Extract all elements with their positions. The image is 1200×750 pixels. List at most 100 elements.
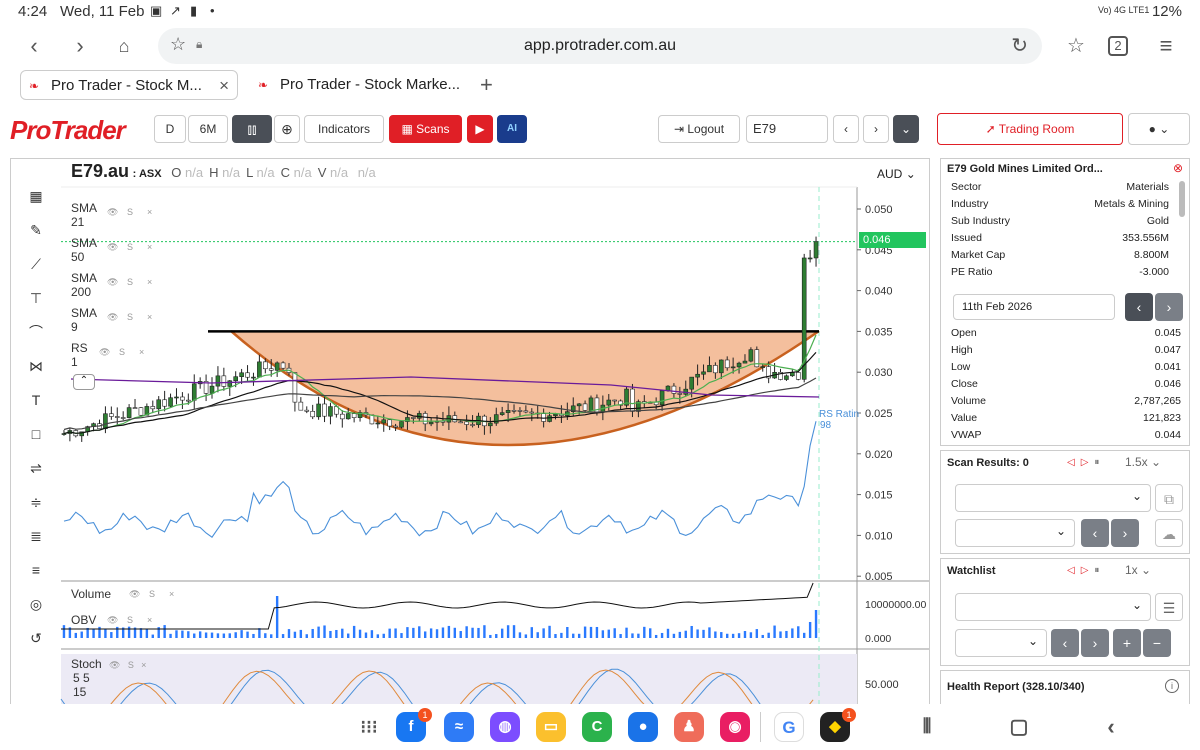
watchlist-select[interactable]: ⌄ — [955, 593, 1151, 621]
address-bar[interactable]: ☆ 🔒︎ app.protrader.com.au ↻ — [158, 28, 1042, 64]
messenger-icon[interactable]: ≈ — [444, 712, 474, 742]
remove-icon[interactable]: × — [147, 277, 152, 287]
app-drawer-icon[interactable]: ⁝⁝⁝ — [354, 712, 384, 742]
google-icon[interactable]: G — [774, 712, 804, 742]
price-tick-label: 0.010 — [865, 530, 893, 542]
watchlist-speed-select[interactable]: 1x ⌄ — [1125, 563, 1177, 583]
remove-icon[interactable]: − — [1143, 629, 1171, 657]
candle-body — [251, 376, 256, 379]
messages-icon[interactable]: ● — [628, 712, 658, 742]
eye-icon[interactable]: 👁︎ — [129, 589, 140, 600]
recents-icon[interactable]: ⦀ — [912, 712, 942, 742]
volume-bar — [477, 627, 480, 638]
volume-bar — [566, 627, 569, 638]
user-menu[interactable]: ● ⌄ — [1128, 113, 1190, 145]
watchlist-sort-select[interactable]: ⌄ — [955, 629, 1047, 657]
info-icon[interactable]: i — [1165, 679, 1179, 693]
prev-date-button[interactable]: ‹ — [1125, 293, 1153, 321]
settings-icon[interactable]: S — [149, 589, 155, 599]
settings-icon[interactable]: S — [127, 615, 133, 625]
contacts-icon[interactable]: ♟ — [674, 712, 704, 742]
watchlist-controls[interactable]: ◁▷⏸︎ — [1067, 565, 1105, 576]
back-button-icon[interactable]: ‹ — [1096, 712, 1126, 742]
tab-active[interactable]: ❧ Pro Trader - Stock M... × — [20, 70, 238, 100]
settings-icon[interactable]: S — [119, 347, 125, 357]
scan-sort-select[interactable]: ⌄ — [955, 519, 1075, 547]
prev-symbol-button[interactable]: ‹ — [833, 115, 859, 143]
logout-button[interactable]: ⇥ Logout — [658, 115, 740, 143]
settings-icon[interactable]: S — [127, 207, 133, 217]
candlestick-icon[interactable]: ⫾⫾ — [232, 115, 272, 143]
camera-icon[interactable]: ◉ — [720, 712, 750, 742]
interval-d-button[interactable]: D — [154, 115, 186, 143]
bookmarks-icon[interactable]: ☆ — [1062, 32, 1090, 60]
eye-icon[interactable]: 👁︎ — [107, 207, 118, 218]
eye-icon[interactable]: 👁︎ — [109, 660, 120, 670]
symbol-input[interactable]: E79 — [746, 115, 828, 143]
feedly-icon[interactable]: C — [582, 712, 612, 742]
settings-icon[interactable]: S — [127, 242, 133, 252]
play-icon[interactable]: ▶ — [467, 115, 493, 143]
scrollbar-thumb[interactable] — [1179, 181, 1185, 217]
settings-icon[interactable]: S — [127, 277, 133, 287]
close-tab-icon[interactable]: × — [219, 71, 229, 101]
new-tab-icon[interactable]: + — [480, 70, 500, 100]
scan-next-button[interactable]: › — [1111, 519, 1139, 547]
chart-panel[interactable]: ▦ ✎ ⟋ ⊤ ⌒ ⋈ T □ ⇌ ≑ ≣ ≡ ◎ ↺ E79.au : ASX… — [10, 158, 930, 750]
protrader-logo[interactable]: ProTrader — [10, 115, 126, 146]
indicators-button[interactable]: Indicators — [304, 115, 384, 143]
copy-icon[interactable]: ⧉ — [1155, 484, 1183, 512]
add-icon[interactable]: + — [1113, 629, 1141, 657]
gallery-icon: ▣ — [150, 3, 163, 18]
trading-room-button[interactable]: ➚ Trading Room — [937, 113, 1123, 145]
volume-bar — [465, 626, 468, 638]
list-icon[interactable]: ☰ — [1155, 593, 1183, 621]
crosshair-icon[interactable]: ⊕ — [274, 115, 300, 143]
expand-icon[interactable]: ⌄ — [893, 115, 919, 143]
watchlist-prev-button[interactable]: ‹ — [1051, 629, 1079, 657]
remove-icon[interactable]: × — [139, 347, 144, 357]
remove-icon[interactable]: × — [147, 242, 152, 252]
remove-icon[interactable]: × — [147, 615, 152, 625]
cloud-icon[interactable]: ☁ — [1155, 519, 1183, 547]
settings-icon[interactable]: S — [128, 660, 134, 670]
remove-icon[interactable]: × — [147, 207, 152, 217]
status-date: Wed, 11 Feb — [60, 3, 145, 20]
home-icon[interactable]: ⌂ — [110, 32, 138, 60]
reload-icon[interactable]: ↻ — [1011, 33, 1028, 58]
scan-prev-button[interactable]: ‹ — [1081, 519, 1109, 547]
eye-icon[interactable]: 👁︎ — [107, 615, 118, 626]
next-symbol-button[interactable]: › — [863, 115, 889, 143]
collapse-legend-icon[interactable]: ⌃ — [73, 374, 95, 390]
watchlist-next-button[interactable]: › — [1081, 629, 1109, 657]
menu-icon[interactable]: ≡ — [1152, 32, 1180, 60]
pause-icon: ⏸︎ — [1094, 565, 1106, 576]
range-6m-button[interactable]: 6M — [188, 115, 228, 143]
next-date-button[interactable]: › — [1155, 293, 1183, 321]
link-icon[interactable]: ⊗ — [1173, 161, 1183, 175]
volume-bar — [506, 625, 510, 638]
eye-icon[interactable]: 👁︎ — [107, 277, 118, 288]
eye-icon[interactable]: 👁︎ — [107, 242, 118, 253]
volume-bar — [785, 630, 788, 638]
home-button-icon[interactable]: ▢ — [1004, 712, 1034, 742]
tab-inactive[interactable]: ❧ Pro Trader - Stock Marke... — [250, 70, 470, 100]
remove-icon[interactable]: × — [141, 660, 146, 670]
ai-button[interactable]: AI — [497, 115, 527, 143]
back-icon[interactable]: ‹ — [20, 32, 48, 60]
scans-button[interactable]: ▦ Scans — [389, 115, 462, 143]
remove-icon[interactable]: × — [169, 589, 174, 599]
eye-icon[interactable]: 👁︎ — [99, 347, 110, 358]
files-icon[interactable]: ▭ — [536, 712, 566, 742]
scan-select[interactable]: ⌄ — [955, 484, 1151, 512]
browser-icon[interactable]: ◍ — [490, 712, 520, 742]
volume-bar — [767, 632, 770, 638]
date-input[interactable]: 11th Feb 2026 — [953, 294, 1115, 320]
eye-icon[interactable]: 👁︎ — [107, 312, 118, 323]
remove-icon[interactable]: × — [147, 312, 152, 322]
forward-icon[interactable]: › — [66, 32, 94, 60]
scan-speed-select[interactable]: 1.5x ⌄ — [1125, 455, 1177, 475]
scan-controls[interactable]: ◁▷⏸︎ — [1067, 457, 1105, 468]
tab-count[interactable]: 2 — [1108, 36, 1128, 56]
settings-icon[interactable]: S — [127, 312, 133, 322]
